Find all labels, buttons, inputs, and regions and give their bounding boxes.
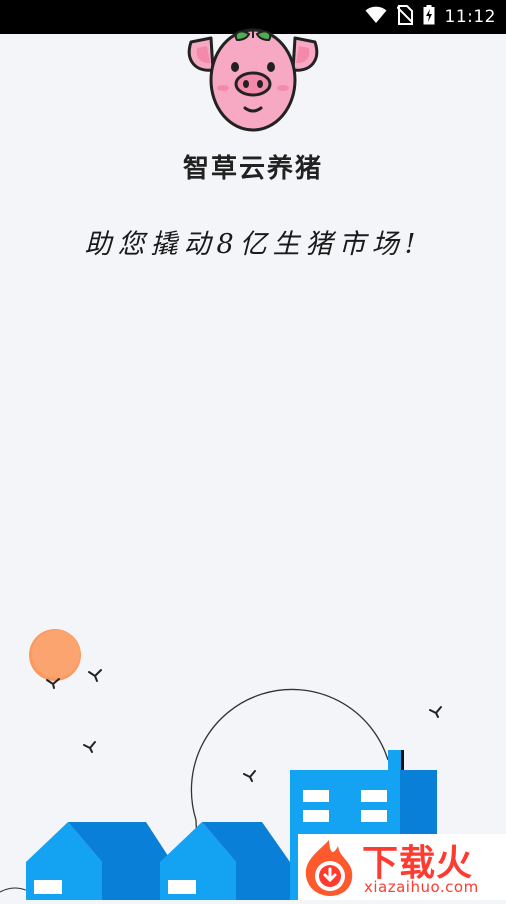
flame-logo-icon: [300, 838, 358, 902]
no-sim-icon: [395, 5, 414, 29]
watermark-url: xiazaihuo.com: [364, 878, 479, 896]
app-title: 智草云养猪: [182, 154, 323, 184]
battery-charging-icon: [423, 5, 435, 29]
pig-logo: [183, 20, 323, 135]
wifi-icon: [365, 6, 387, 28]
watermark: 下载火 xiazaihuo.com: [298, 834, 506, 900]
slogan: 助您撬动8亿生猪市场!: [84, 229, 422, 260]
status-time: 11:12: [444, 7, 496, 27]
status-icons: 11:12: [365, 0, 497, 34]
